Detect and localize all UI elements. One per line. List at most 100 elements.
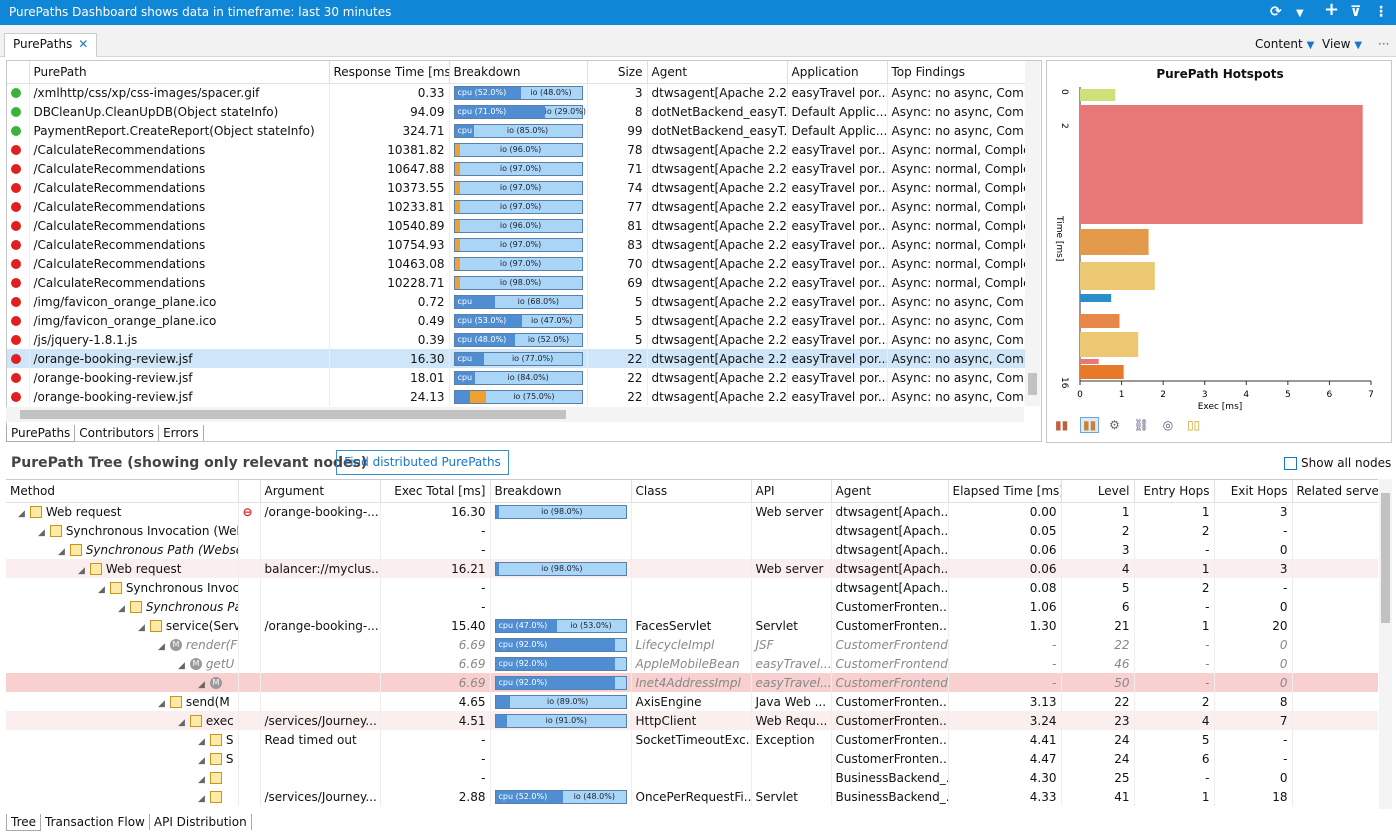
tree-row[interactable]: ◢ - BusinessBackend_... 4.30 25-0 [6,768,1378,787]
column-header-size[interactable]: Size [587,61,648,84]
table-row[interactable]: /js/jquery-1.8.1.js 0.39 cpu (48.0%) io (52… [7,330,1027,349]
close-icon[interactable]: ✕ [78,37,88,51]
hierarchy-icon[interactable]: ⛓ [1134,418,1149,432]
table-row[interactable]: /orange-booking-review.jsf 24.13 io (75.0%… [7,387,1027,406]
tree-row[interactable]: ◢ Synchronous Invoc - dtwsagent[Apach... 0.… [6,578,1378,597]
table-row[interactable]: /CalculateRecommendations 10373.55 io (97.… [7,178,1027,197]
refresh-icon[interactable]: ⟳ [1270,4,1282,20]
expand-icon[interactable]: ◢ [58,547,70,557]
column-header-icon[interactable] [238,480,261,503]
column-header-entry-hops[interactable]: Entry Hops [1134,480,1215,503]
stacked-chart-icon[interactable]: ▮▮ [1080,417,1100,433]
expand-icon[interactable]: ◢ [198,680,210,690]
columns-icon[interactable]: ▯▯ [1187,418,1200,432]
expand-icon[interactable]: ◢ [138,623,150,633]
expand-icon[interactable]: ◢ [178,661,190,671]
vertical-scrollbar[interactable] [1025,61,1040,406]
expand-icon[interactable]: ◢ [98,585,110,595]
find-distributed-button[interactable]: Find distributed PurePaths [336,450,509,475]
table-row[interactable]: PaymentReport.CreateReport(Object stateI… [7,121,1027,140]
expand-icon[interactable]: ◢ [198,737,210,747]
settings-chart-icon[interactable]: ⚙ [1109,418,1120,432]
column-header-argument[interactable]: Argument [260,480,381,503]
tree-row[interactable]: ◢ M render(F 6.69 cpu (92.0%) LifecycleImpl J… [6,635,1378,654]
tab-purepaths[interactable]: PurePaths ✕ [4,33,98,57]
table-row[interactable]: /CalculateRecommendations 10754.93 io (97.… [7,235,1027,254]
sort-column-header[interactable] [7,61,30,84]
column-header-top-findings[interactable]: Top Findings [887,61,1027,84]
tab-purepaths[interactable]: PurePaths [6,425,76,442]
tree-row[interactable]: ◢ M 6.69 cpu (92.0%) Inet4AddressImpl easyTr… [6,673,1378,692]
filter-icon[interactable]: ⊽ [1350,4,1361,20]
tree-row[interactable]: ◢ exec/services/Journey... 4.51 io (91.0%)… [6,711,1378,730]
expand-icon[interactable]: ◢ [38,528,50,538]
table-row[interactable]: /orange-booking-review.jsf 16.30 cpu io (77… [7,349,1027,368]
tab-tree[interactable]: Tree [6,814,42,831]
column-header-exec-total-ms-[interactable]: Exec Total [ms] [380,480,491,503]
scroll-thumb[interactable] [1381,493,1390,623]
table-row[interactable]: /img/favicon_orange_plane.ico 0.72 cpu io (… [7,292,1027,311]
expand-icon[interactable]: ◢ [178,718,190,728]
tree-row[interactable]: ◢ /services/Journey... 2.88 cpu (52.0%) io … [6,787,1378,806]
horizontal-scrollbar[interactable] [6,407,1024,422]
column-header-purepath[interactable]: PurePath [29,61,330,84]
add-icon[interactable]: + [1324,1,1339,19]
scroll-thumb[interactable] [20,410,566,419]
column-header-method[interactable]: Method [6,480,239,503]
view-menu[interactable]: View ▼ [1322,37,1362,51]
table-row[interactable]: /CalculateRecommendations 10647.88 io (97.… [7,159,1027,178]
tree-row[interactable]: ◢ Web request ⊖/orange-booking-... 16.30 io… [6,502,1378,521]
expand-icon[interactable]: ◢ [198,775,210,785]
table-row[interactable]: /img/favicon_orange_plane.ico 0.49 cpu (53… [7,311,1027,330]
tab-api-distribution[interactable]: API Distribution [150,814,252,830]
tab-transaction-flow[interactable]: Transaction Flow [41,814,150,830]
vertical-scrollbar[interactable] [1379,479,1392,809]
column-header-agent[interactable]: Agent [647,61,788,84]
tree-row[interactable]: ◢ S - CustomerFronten... 4.47 24 6- [6,749,1378,768]
expand-icon[interactable]: ◢ [78,566,90,576]
checkbox-icon[interactable] [1284,457,1297,470]
tab-contributors[interactable]: Contributors [75,425,160,441]
column-header-related-servers[interactable]: Related servers [1292,480,1378,503]
chevron-down-icon[interactable]: ▼ [1296,6,1304,22]
scroll-thumb[interactable] [1028,373,1037,395]
column-header-elapsed-time-ms-[interactable]: Elapsed Time [ms] [948,480,1062,503]
expand-icon[interactable]: ◢ [198,794,210,804]
tree-row[interactable]: ◢ service(Serv/orange-booking-... 15.40 cp… [6,616,1378,635]
tree-row[interactable]: ◢ send(M 4.65 io (89.0%) AxisEngine Java Web… [6,692,1378,711]
table-row[interactable]: /xmlhttp/css/xp/css-images/spacer.gif 0.3… [7,83,1027,102]
column-header-breakdown[interactable]: Breakdown [449,61,588,84]
table-row[interactable]: /CalculateRecommendations 10228.71 io (98.… [7,273,1027,292]
tree-row[interactable]: ◢ M getU 6.69 cpu (92.0%) AppleMobileBean eas… [6,654,1378,673]
show-all-nodes-checkbox[interactable]: Show all nodes [1284,456,1391,470]
content-menu[interactable]: Content ▼ [1255,37,1314,51]
column-header-exit-hops[interactable]: Exit Hops [1214,480,1293,503]
tree-row[interactable]: ◢ S Read timed out - SocketTimeoutExc... Exc… [6,730,1378,749]
tree-row[interactable]: ◢ Web request balancer://myclus... 16.21 io… [6,559,1378,578]
table-row[interactable]: DBCleanUp.CleanUpDB(Object stateInfo) 94.… [7,102,1027,121]
column-header-agent[interactable]: Agent [831,480,949,503]
tree-row[interactable]: ◢ Synchronous Path (Webserv - dtwsagent[Ap… [6,540,1378,559]
table-row[interactable]: /orange-booking-review.jsf 18.01 cpu io (84… [7,368,1027,387]
expand-icon[interactable]: ◢ [118,604,130,614]
column-header-breakdown[interactable]: Breakdown [490,480,632,503]
table-row[interactable]: /CalculateRecommendations 10463.08 io (97.… [7,254,1027,273]
table-row[interactable]: /CalculateRecommendations 10540.89 io (96.… [7,216,1027,235]
expand-icon[interactable]: ◢ [158,699,170,709]
column-header-level[interactable]: Level [1061,480,1135,503]
expand-icon[interactable]: ◢ [198,756,210,766]
column-header-response-time-ms-[interactable]: Response Time [ms] [329,61,450,84]
expand-icon[interactable]: ◢ [18,509,30,519]
table-row[interactable]: /CalculateRecommendations 10381.82 io (96.… [7,140,1027,159]
tree-row[interactable]: ◢ Synchronous Pa - CustomerFronten... 1.06 6… [6,597,1378,616]
globe-icon[interactable]: ◎ [1163,418,1173,432]
column-header-class[interactable]: Class [631,480,752,503]
column-header-application[interactable]: Application [787,61,888,84]
column-header-api[interactable]: API [751,480,832,503]
table-row[interactable]: /CalculateRecommendations 10233.81 io (97.… [7,197,1027,216]
bar-chart-icon[interactable]: ▮▮ [1055,418,1068,432]
tab-errors[interactable]: Errors [159,425,204,441]
more-icon[interactable]: ⋮ [1374,4,1388,20]
tree-row[interactable]: ◢ Synchronous Invocation (Webs - dtwsagent… [6,521,1378,540]
more-icon[interactable]: ··· [1378,37,1389,51]
